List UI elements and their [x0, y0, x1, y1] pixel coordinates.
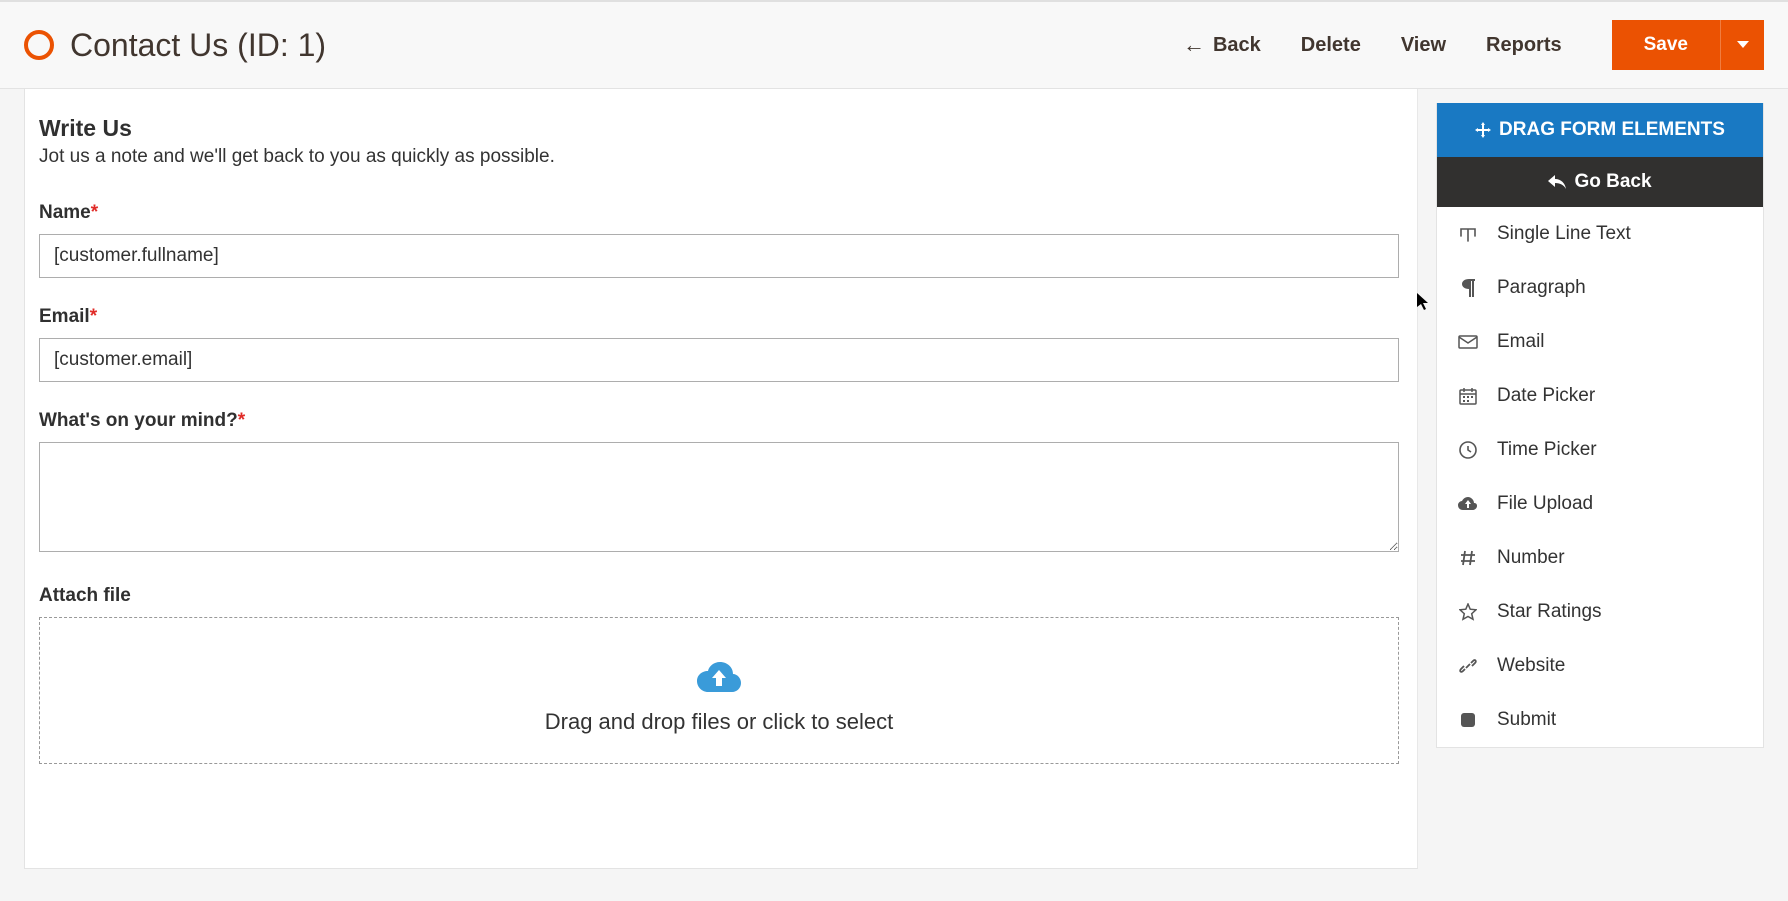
element-label: Email	[1497, 331, 1545, 353]
email-input[interactable]	[39, 338, 1399, 382]
reports-label: Reports	[1486, 34, 1562, 57]
header-actions: ← Back Delete View Reports Save	[1183, 20, 1764, 70]
go-back-label: Go Back	[1574, 171, 1651, 193]
field-name: Name*	[39, 202, 1399, 278]
star-icon	[1457, 603, 1479, 621]
back-button[interactable]: ← Back	[1183, 32, 1261, 58]
view-label: View	[1401, 34, 1446, 57]
delete-button[interactable]: Delete	[1301, 34, 1361, 57]
attach-label: Attach file	[39, 585, 1399, 607]
email-label-text: Email	[39, 306, 90, 327]
reports-button[interactable]: Reports	[1486, 34, 1562, 57]
link-icon	[1457, 657, 1479, 675]
page-title: Contact Us (ID: 1)	[70, 27, 1183, 64]
reply-icon	[1548, 175, 1566, 189]
element-label: Star Ratings	[1497, 601, 1602, 623]
element-label: Submit	[1497, 709, 1556, 731]
attach-label-text: Attach file	[39, 585, 131, 606]
save-button[interactable]: Save	[1612, 20, 1720, 70]
mind-label-text: What's on your mind?	[39, 410, 238, 431]
content: Write Us Jot us a note and we'll get bac…	[0, 89, 1788, 869]
page-header: Contact Us (ID: 1) ← Back Delete View Re…	[0, 2, 1788, 89]
calendar-icon	[1457, 387, 1479, 405]
cursor-icon	[1417, 293, 1431, 316]
name-label-text: Name	[39, 202, 91, 223]
cloud-upload-icon	[60, 660, 1378, 699]
form-canvas: Write Us Jot us a note and we'll get bac…	[24, 89, 1418, 869]
element-label: Paragraph	[1497, 277, 1586, 299]
chevron-down-icon	[1737, 41, 1749, 49]
element-file-upload[interactable]: File Upload	[1437, 477, 1763, 531]
element-email[interactable]: Email	[1437, 315, 1763, 369]
view-button[interactable]: View	[1401, 34, 1446, 57]
field-mind: What's on your mind?*	[39, 410, 1399, 557]
required-marker: *	[91, 202, 98, 223]
back-label: Back	[1213, 34, 1261, 57]
element-star-ratings[interactable]: Star Ratings	[1437, 585, 1763, 639]
sidebar-header: DRAG FORM ELEMENTS	[1437, 103, 1763, 157]
element-single-line-text[interactable]: Single Line Text	[1437, 207, 1763, 261]
file-dropzone[interactable]: Drag and drop files or click to select	[39, 617, 1399, 764]
delete-label: Delete	[1301, 34, 1361, 57]
move-icon	[1475, 122, 1491, 138]
element-website[interactable]: Website	[1437, 639, 1763, 693]
element-date-picker[interactable]: Date Picker	[1437, 369, 1763, 423]
mind-label: What's on your mind?*	[39, 410, 1399, 432]
save-group: Save	[1612, 20, 1764, 70]
element-label: Website	[1497, 655, 1565, 677]
upload-cloud-icon	[1457, 496, 1479, 512]
logo-icon	[24, 30, 54, 60]
paragraph-icon	[1457, 279, 1479, 297]
elements-sidebar: DRAG FORM ELEMENTS Go Back Single Line T…	[1436, 103, 1764, 748]
sidebar-header-text: DRAG FORM ELEMENTS	[1499, 119, 1725, 141]
sidebar-go-back[interactable]: Go Back	[1437, 157, 1763, 207]
email-label: Email*	[39, 306, 1399, 328]
form-subtitle: Jot us a note and we'll get back to you …	[39, 146, 1399, 168]
square-icon	[1457, 712, 1479, 728]
element-label: Number	[1497, 547, 1565, 569]
element-label: Single Line Text	[1497, 223, 1631, 245]
name-label: Name*	[39, 202, 1399, 224]
required-marker: *	[90, 306, 97, 327]
element-time-picker[interactable]: Time Picker	[1437, 423, 1763, 477]
envelope-icon	[1457, 335, 1479, 349]
mind-textarea[interactable]	[39, 442, 1399, 552]
field-email: Email*	[39, 306, 1399, 382]
name-input[interactable]	[39, 234, 1399, 278]
field-attach: Attach file Drag and drop files or click…	[39, 585, 1399, 764]
save-dropdown-button[interactable]	[1720, 20, 1764, 70]
text-icon	[1457, 226, 1479, 242]
element-label: File Upload	[1497, 493, 1593, 515]
element-submit[interactable]: Submit	[1437, 693, 1763, 747]
form-title: Write Us	[39, 115, 1399, 142]
element-label: Date Picker	[1497, 385, 1595, 407]
required-marker: *	[238, 410, 245, 431]
element-paragraph[interactable]: Paragraph	[1437, 261, 1763, 315]
dropzone-text: Drag and drop files or click to select	[60, 709, 1378, 735]
element-label: Time Picker	[1497, 439, 1597, 461]
hash-icon	[1457, 550, 1479, 566]
clock-icon	[1457, 441, 1479, 459]
arrow-left-icon: ←	[1183, 32, 1205, 58]
element-number[interactable]: Number	[1437, 531, 1763, 585]
